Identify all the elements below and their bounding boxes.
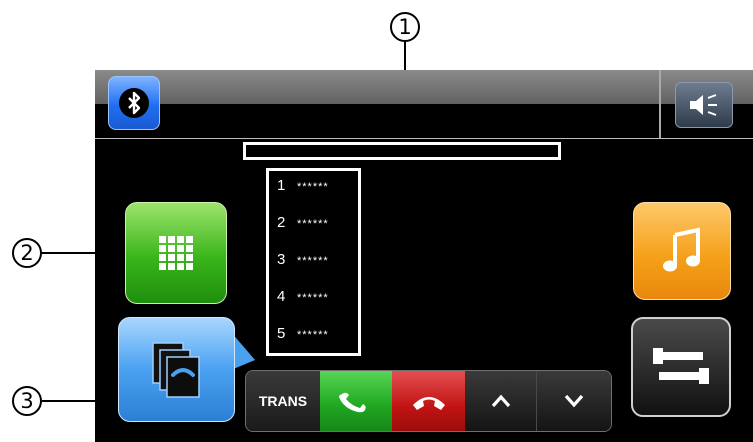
bluetooth-icon [119,88,149,118]
contact-name-field [243,142,561,160]
music-note-icon [663,227,700,272]
scroll-up-button[interactable] [465,371,537,431]
chevron-down-icon [564,394,584,408]
music-button[interactable] [633,202,731,300]
list-item-value: ****** [297,292,329,304]
list-item[interactable]: 4 ****** [277,288,329,305]
settings-button[interactable] [631,317,731,417]
call-control-bar: TRANS [245,370,612,432]
list-item-value: ****** [297,181,329,193]
callout-1: 1 [390,12,420,42]
wrench-icon [653,348,709,384]
phonebook-icon [151,341,200,398]
top-bar-separator [659,70,661,138]
call-list: 1 ****** 2 ****** 3 ****** 4 ****** 5 ****** [266,168,361,356]
list-item-value: ****** [297,255,329,267]
list-item[interactable]: 2 ****** [277,214,329,231]
list-item-number: 3 [277,251,286,268]
callout-2: 2 [12,238,42,268]
list-item-number: 4 [277,288,286,305]
answer-call-button[interactable] [320,371,392,431]
list-item-value: ****** [297,218,329,230]
phonebook-button[interactable] [118,317,235,422]
list-item-number: 2 [277,214,286,231]
list-item[interactable]: 1 ****** [277,177,329,194]
dialpad-icon [159,236,193,270]
hang-up-button[interactable] [392,371,465,431]
phone-screen: 1 ****** 2 ****** 3 ****** 4 ****** 5 ****** [95,70,753,442]
hang-up-icon [412,397,445,410]
speaker-volume-icon [690,94,717,116]
scroll-down-button[interactable] [537,371,611,431]
speaker-button[interactable] [675,82,733,128]
dialpad-button[interactable] [125,202,227,304]
callout-3: 3 [12,386,42,416]
trans-button[interactable]: TRANS [246,371,320,431]
top-bar [95,70,753,139]
bluetooth-button[interactable] [108,76,160,130]
answer-call-icon [339,392,366,413]
chevron-up-icon [491,394,510,408]
list-item-value: ****** [297,329,329,341]
list-item[interactable]: 3 ****** [277,251,329,268]
list-item-number: 5 [277,325,286,342]
list-item[interactable]: 5 ****** [277,325,329,342]
list-item-number: 1 [277,177,286,194]
